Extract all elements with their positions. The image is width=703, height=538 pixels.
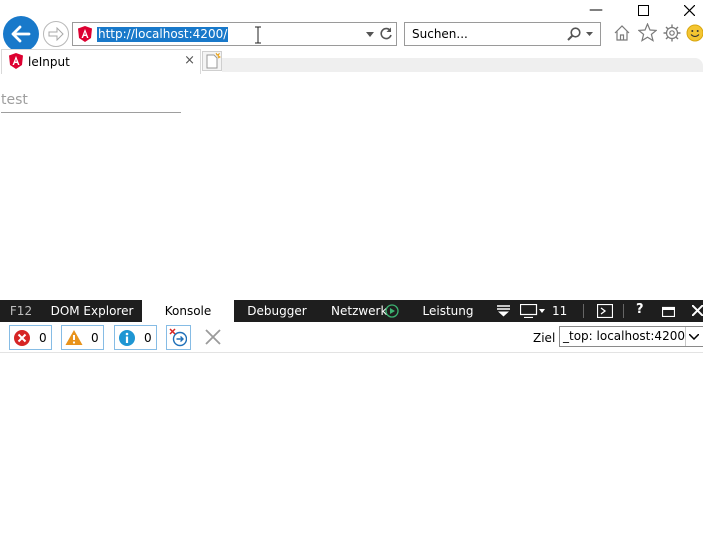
forward-arrow-icon [48,27,64,41]
messages-filter-button[interactable]: 0 [114,325,157,350]
new-tab-button[interactable] [202,51,222,71]
tab-konsole[interactable]: Konsole [142,300,234,322]
minimize-icon: — [589,2,603,18]
tab-netzwerk-label: Netzwerk [331,304,388,318]
text-cursor-icon [255,26,261,44]
close-window-button[interactable] [666,0,703,20]
clear-on-navigate-button[interactable] [166,325,191,350]
browser-tab[interactable]: leInput × [1,49,201,74]
console-toolbar: 0 0 0 Ziel _top: localhost:4200 [0,322,703,353]
warnings-count: 0 [91,330,99,345]
search-icon[interactable] [567,27,581,41]
address-bar[interactable]: http://localhost:4200/ [72,22,397,46]
minimize-button[interactable]: — [573,0,619,20]
maximize-icon [637,4,649,16]
settings-gear-icon[interactable] [663,24,681,42]
tab-close-icon[interactable]: × [184,53,195,68]
search-box[interactable]: Suchen... [404,22,601,46]
home-icon[interactable] [613,24,631,42]
browser-window: — http://localhost:4200/ Suchen... leInp… [0,0,703,538]
target-select[interactable]: _top: localhost:4200 [559,326,703,347]
devtools-f12-label: F12 [9,304,33,318]
devtools-tab-bar: F12 DOM Explorer Konsole Debugger Netzwe… [0,300,703,322]
undock-icon[interactable] [662,305,675,317]
tab-angular-icon [9,53,23,69]
refresh-icon[interactable] [379,27,393,41]
angular-icon [78,26,92,42]
target-select-value: _top: localhost:4200 [563,329,685,343]
info-icon [119,329,135,346]
emulation-icon[interactable] [520,304,546,318]
new-tab-icon [206,52,222,69]
tab-netzwerk[interactable]: Netzwerk [320,300,410,322]
tab-debugger[interactable]: Debugger [238,300,316,322]
errors-filter-button[interactable]: 0 [9,325,52,350]
errors-count: 0 [39,330,47,345]
favorites-star-icon[interactable] [638,23,657,42]
tab-leistung[interactable]: Leistung [412,300,484,322]
error-icon [14,329,30,346]
tab-strip [222,58,703,72]
address-dropdown-icon[interactable] [366,32,374,37]
warnings-filter-button[interactable]: 0 [61,325,104,350]
clear-on-navigate-icon [169,328,187,347]
back-button[interactable] [3,16,39,52]
console-icon[interactable] [597,304,613,318]
target-label: Ziel [533,331,556,345]
back-arrow-icon [11,25,31,43]
messages-count: 0 [144,330,152,345]
search-input[interactable]: Suchen... [412,27,468,41]
devtools-close-icon[interactable] [692,305,703,316]
feedback-smiley-icon[interactable] [686,24,703,42]
tab-dom-explorer[interactable]: DOM Explorer [42,300,142,322]
clear-console-icon[interactable] [205,329,221,345]
maximize-button[interactable] [620,0,666,20]
search-dropdown-icon[interactable] [586,32,593,37]
help-icon[interactable]: ? [636,302,644,317]
tab-title: leInput [28,55,70,69]
close-icon [683,4,695,16]
chevron-down-icon [688,333,699,340]
more-tabs-icon[interactable] [497,305,510,317]
test-input[interactable] [1,87,181,113]
address-url[interactable]: http://localhost:4200/ [97,27,229,42]
forward-button[interactable] [43,21,69,47]
network-record-icon [385,304,399,318]
warning-icon [65,330,83,345]
emulation-count: 11 [552,304,568,318]
